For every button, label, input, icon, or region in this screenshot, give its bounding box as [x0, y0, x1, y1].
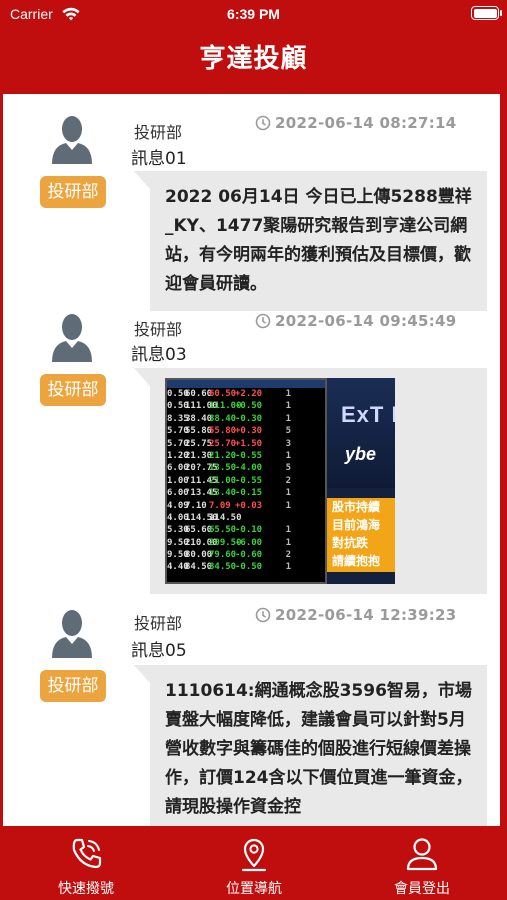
battery-tip: [500, 10, 502, 16]
frame-border-right: [500, 94, 507, 826]
ad-line: 目前鴻海: [332, 518, 381, 532]
battery-icon: [471, 6, 499, 20]
tab-quick-dial[interactable]: 快速撥號: [36, 826, 136, 900]
status-bar: Carrier 6:39 PM: [0, 0, 507, 30]
page-title: 亨達投顧: [199, 44, 308, 74]
message-bubble[interactable]: 2022 06月14日 今日已上傳5288豐祥_KY、1477聚陽研究報告到亨達…: [134, 171, 487, 311]
sender-badge: 投研部: [40, 670, 106, 702]
message-timestamp: 2022-06-14 08:27:14: [255, 114, 457, 132]
avatar-icon: [52, 314, 92, 362]
clock-icon: [255, 313, 271, 329]
tab-label: 快速撥號: [58, 881, 114, 897]
message-title: 訊息05: [131, 641, 187, 661]
ad-line: 請續抱抱: [332, 554, 381, 568]
timestamp-text: 2022-06-14 08:27:14: [275, 114, 457, 132]
map-pin-icon: [241, 838, 267, 872]
tab-location-nav[interactable]: 位置導航: [204, 826, 304, 900]
sender-badge: 投研部: [40, 374, 106, 406]
clock-icon: [255, 607, 271, 623]
status-time: 6:39 PM: [227, 6, 280, 22]
ad-banner-image: ExT F ybe 股市持續 目前鴻海 對抗跌 請續抱抱: [327, 378, 395, 584]
stock-quote-image[interactable]: 0.50 60.60 60.50 +2.20 1 0.50 111.00 111.00 -0.…: [165, 378, 395, 584]
sender-badge: 投研部: [40, 176, 106, 208]
avatar-icon: [52, 610, 92, 658]
timestamp-text: 2022-06-14 12:39:23: [275, 606, 457, 624]
tab-bar: 快速撥號 位置導航 會員登出: [0, 826, 507, 900]
app-header: Carrier 6:39 PM 亨達投顧: [0, 0, 507, 94]
message-bubble[interactable]: 1110614:網通概念股3596智易，市場賣盤大幅度降低，建議會員可以針對5月…: [134, 665, 487, 826]
timestamp-text: 2022-06-14 09:45:49: [275, 312, 457, 330]
message-feed[interactable]: 投研部 投研部 2022-06-14 08:27:14 訊息01 2022 06…: [0, 94, 507, 826]
tab-label: 會員登出: [394, 881, 450, 897]
ad-line: 股市持續: [332, 500, 381, 514]
user-icon: [406, 838, 438, 871]
frame-border-left: [0, 94, 3, 826]
message-timestamp: 2022-06-14 12:39:23: [255, 606, 457, 624]
ad-line: 對抗跌: [332, 536, 369, 550]
tab-label: 位置導航: [226, 881, 282, 897]
sender-name: 投研部: [134, 123, 183, 142]
message-image-bubble[interactable]: 0.50 60.60 60.50 +2.20 1 0.50 111.00 111.00 -0.…: [134, 368, 487, 594]
tab-member-logout[interactable]: 會員登出: [372, 826, 472, 900]
clock-icon: [255, 115, 271, 131]
message-title: 訊息01: [131, 149, 187, 169]
sender-name: 投研部: [134, 614, 183, 633]
message-timestamp: 2022-06-14 09:45:49: [255, 312, 457, 330]
sender-name: 投研部: [134, 320, 183, 339]
message-title: 訊息03: [131, 345, 187, 365]
avatar-icon: [52, 116, 92, 164]
stock-quote-table: 0.50 60.60 60.50 +2.20 1 0.50 111.00 111.00 -0.…: [165, 378, 327, 584]
phone-icon: [72, 838, 102, 869]
